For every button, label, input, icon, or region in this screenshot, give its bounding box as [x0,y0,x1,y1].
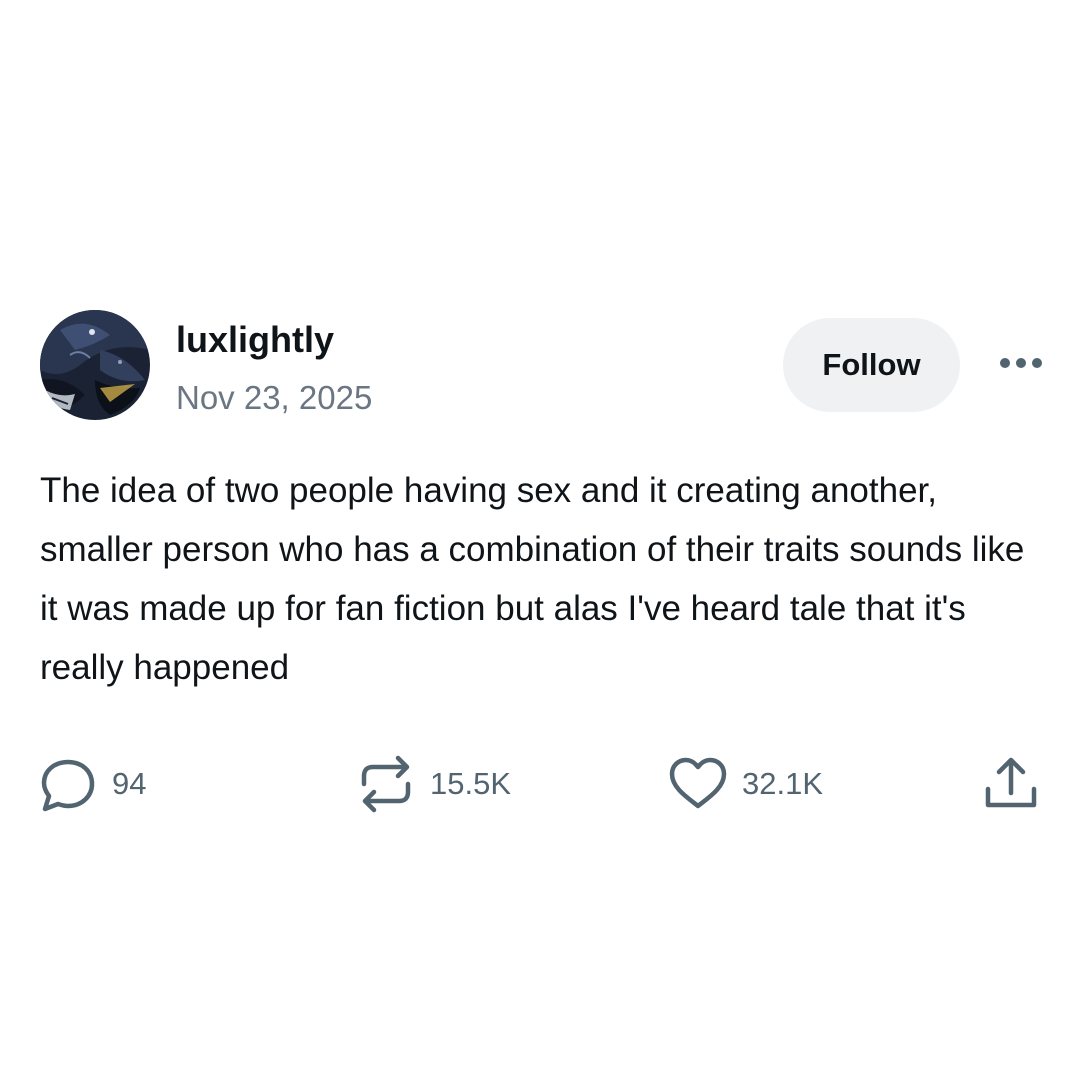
share-button[interactable] [980,752,1042,816]
more-options-button[interactable] [995,346,1047,380]
heart-icon [669,757,727,809]
reblog-button[interactable]: 15.5K [356,752,511,816]
reply-count: 94 [112,766,147,801]
ellipsis-icon [1000,358,1042,368]
avatar-image [40,310,150,420]
like-button[interactable]: 32.1K [668,752,823,816]
username[interactable]: luxlightly [176,318,334,362]
reblog-count: 15.5K [430,766,512,801]
reply-button[interactable]: 94 [38,752,146,816]
repost-arrows-icon [361,755,411,813]
avatar[interactable] [40,310,150,420]
post-body-text: The idea of two people having sex and it… [40,471,1025,687]
like-count: 32.1K [742,766,824,801]
post-date: Nov 23, 2025 [176,379,373,416]
share-upload-icon [985,757,1037,808]
follow-button[interactable]: Follow [783,318,960,412]
speech-bubble-icon [41,759,95,812]
